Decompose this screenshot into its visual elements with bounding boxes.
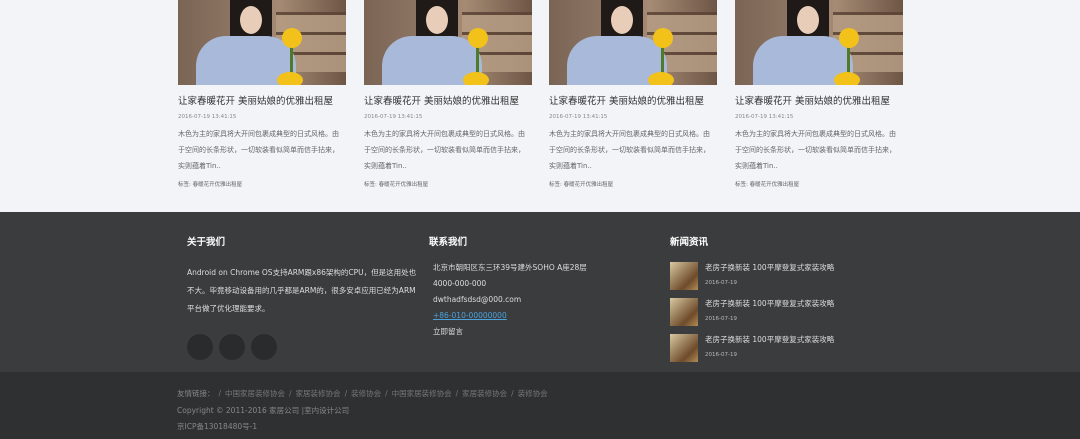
tag-link[interactable]: 春暖花开优雅出租屋 [379,182,429,188]
article-title[interactable]: 让家春暖花开 美丽姑娘的优雅出租屋 [178,93,346,107]
contact-phone-link[interactable]: +86-010-00000000 [433,308,587,324]
friend-link[interactable]: 中国家居装修协会 [392,389,452,398]
article-description: 木色为主的家具将大开间包裹成典型的日式风格。由于空间的长条形状，一切软装看似简单… [735,130,896,170]
news-item[interactable]: 老房子换新装 100平摩登复式家装攻略 2016-07-19 [670,334,834,362]
about-text: Android on Chrome OS支持ARM跟x86架构的CPU，但是这用… [187,268,417,313]
about-heading: 关于我们 [187,237,226,248]
contact-email: dwthadfsdsd@000.com [433,295,522,304]
friend-link[interactable]: 装修协会 [518,389,548,398]
article-thumbnail[interactable] [549,0,717,85]
icp-number[interactable]: 京ICP备13018480号-1 [177,421,257,432]
social-icon[interactable] [187,334,213,360]
news-item[interactable]: 老房子换新装 100平摩登复式家装攻略 2016-07-19 [670,262,834,290]
article-tags: 标签: 春暖花开优雅出租屋 [735,182,800,188]
news-date: 2016-07-19 [705,280,737,286]
social-icon[interactable] [251,334,277,360]
tag-link[interactable]: 春暖花开优雅出租屋 [750,182,800,188]
tag-link[interactable]: 春暖花开优雅出租屋 [564,182,614,188]
friend-link[interactable]: 装修协会 [351,389,381,398]
bottom-bar: 友情链接： / 中国家居装修协会 / 家居装修协会 / 装修协会 / 中国家居装修协会 / 家居装修… [0,372,1080,439]
article-card-grid: 让家春暖花开 美丽姑娘的优雅出租屋 2016-07-19 13:41:15 木色… [0,0,1080,212]
footer-about: 关于我们 Android on Chrome OS支持ARM跟x86架构的CPU… [187,234,419,360]
leave-message-link[interactable]: 立即留言 [433,324,587,340]
article-thumbnail[interactable] [364,0,532,85]
article-card[interactable]: 让家春暖花开 美丽姑娘的优雅出租屋 2016-07-19 13:41:15 木色… [735,0,903,188]
article-title[interactable]: 让家春暖花开 美丽姑娘的优雅出租屋 [364,93,532,107]
friend-link[interactable]: 家居装修协会 [296,389,341,398]
article-card[interactable]: 让家春暖花开 美丽姑娘的优雅出租屋 2016-07-19 13:41:15 木色… [178,0,346,188]
social-icon[interactable] [219,334,245,360]
tags-label: 标签 [178,182,190,188]
article-description: 木色为主的家具将大开间包裹成典型的日式风格。由于空间的长条形状，一切软装看似简单… [178,130,339,170]
friend-link[interactable]: 中国家居装修协会 [225,389,285,398]
contact-tel: 4000-000-000 [433,279,487,288]
article-tags: 标签: 春暖花开优雅出租屋 [178,182,243,188]
friend-links-label: 友情链接： [177,389,215,398]
article-card[interactable]: 让家春暖花开 美丽姑娘的优雅出租屋 2016-07-19 13:41:15 木色… [549,0,717,188]
friend-links: 友情链接： / 中国家居装修协会 / 家居装修协会 / 装修协会 / 中国家居装修协会 / 家居装修… [177,389,548,398]
article-date: 2016-07-19 13:41:15 [549,114,608,120]
news-thumbnail[interactable] [670,298,698,326]
news-thumbnail[interactable] [670,262,698,290]
article-date: 2016-07-19 13:41:15 [364,114,423,120]
site-footer: 关于我们 Android on Chrome OS支持ARM跟x86架构的CPU… [0,212,1080,372]
tags-label: 标签 [549,182,561,188]
contact-address: 北京市朝阳区东三环39号建外SOHO A座28层 [433,263,587,272]
article-thumbnail[interactable] [735,0,903,85]
social-links [187,334,419,360]
contact-heading: 联系我们 [429,237,468,248]
article-thumbnail[interactable] [178,0,346,85]
news-heading: 新闻资讯 [670,237,709,248]
article-title[interactable]: 让家春暖花开 美丽姑娘的优雅出租屋 [549,93,717,107]
article-description: 木色为主的家具将大开间包裹成典型的日式风格。由于空间的长条形状，一切软装看似简单… [364,130,525,170]
news-date: 2016-07-19 [705,316,737,322]
article-date: 2016-07-19 13:41:15 [178,114,237,120]
tag-link[interactable]: 春暖花开优雅出租屋 [193,182,243,188]
tags-label: 标签 [735,182,747,188]
article-description: 木色为主的家具将大开间包裹成典型的日式风格。由于空间的长条形状，一切软装看似简单… [549,130,710,170]
article-card[interactable]: 让家春暖花开 美丽姑娘的优雅出租屋 2016-07-19 13:41:15 木色… [364,0,532,188]
footer-contact: 联系我们 北京市朝阳区东三环39号建外SOHO A座28层 4000-000-0… [429,234,587,340]
footer-news: 新闻资讯 老房子换新装 100平摩登复式家装攻略 2016-07-19 老房子换… [670,234,834,362]
news-title[interactable]: 老房子换新装 100平摩登复式家装攻略 [705,334,834,345]
article-title[interactable]: 让家春暖花开 美丽姑娘的优雅出租屋 [735,93,903,107]
copyright: Copyright © 2011-2016 家居公司 |室内设计公司 [177,406,350,415]
news-thumbnail[interactable] [670,334,698,362]
friend-link[interactable]: 家居装修协会 [462,389,507,398]
article-tags: 标签: 春暖花开优雅出租屋 [549,182,614,188]
news-item[interactable]: 老房子换新装 100平摩登复式家装攻略 2016-07-19 [670,298,834,326]
tags-label: 标签 [364,182,376,188]
article-date: 2016-07-19 13:41:15 [735,114,794,120]
news-title[interactable]: 老房子换新装 100平摩登复式家装攻略 [705,298,834,309]
news-title[interactable]: 老房子换新装 100平摩登复式家装攻略 [705,262,834,273]
news-date: 2016-07-19 [705,352,737,358]
article-tags: 标签: 春暖花开优雅出租屋 [364,182,429,188]
